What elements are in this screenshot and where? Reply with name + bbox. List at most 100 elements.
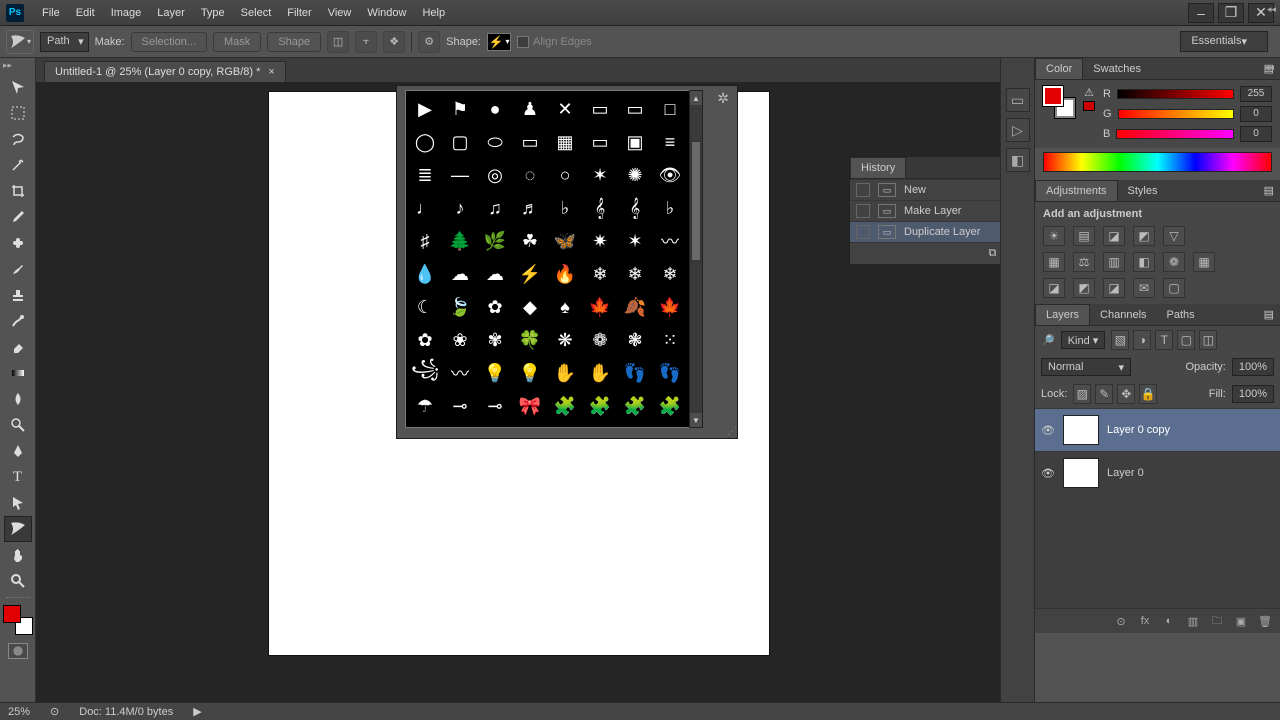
g-value[interactable]: 0 [1240,106,1272,122]
gear-icon[interactable]: ⚙ [418,31,440,53]
document-tab[interactable]: Untitled-1 @ 25% (Layer 0 copy, RGB/8) *… [44,61,286,82]
shape-cell[interactable]: ☁ [478,258,512,290]
color-tab[interactable]: Color [1035,58,1083,79]
strip-collapse-icon[interactable]: ◂◂ [1267,4,1276,15]
history-tab[interactable]: History [850,157,906,178]
filter-kind-icon[interactable]: 🔎 [1041,334,1055,347]
shape-cell[interactable]: ╲ [443,423,477,428]
layer-thumb[interactable] [1063,415,1099,445]
shape-cell[interactable]: ❃ [618,324,652,356]
shape-cell[interactable]: ❄ [583,258,617,290]
adjustment-icon[interactable]: ❁ [1163,252,1185,272]
shape-cell[interactable]: 🧩 [618,390,652,422]
dodge-tool[interactable] [4,412,32,438]
align-edges-checkbox[interactable]: Align Edges [517,36,592,48]
shape-cell[interactable]: ♬ [513,192,547,224]
layers-footer-icon[interactable]: ▣ [1232,613,1250,629]
shape-cell[interactable]: ⚑ [443,93,477,125]
blend-mode-select[interactable]: Normal ▾ [1041,358,1131,376]
menu-help[interactable]: Help [414,3,453,23]
menu-select[interactable]: Select [233,3,280,23]
workspace-switcher[interactable]: Essentials ▾ [1180,31,1268,52]
filter-kind-select[interactable]: Kind ▾ [1061,331,1106,349]
path-align-icon[interactable]: ⫟ [355,31,377,53]
shape-cell[interactable]: 🦋 [548,225,582,257]
shape-cell[interactable]: 🍁 [583,291,617,323]
current-shape-swatch[interactable]: ⚡▾ [487,33,511,51]
shape-cell[interactable]: — [443,159,477,191]
zoom-level[interactable]: 25% [8,706,30,718]
shape-cell[interactable]: ▭ [618,93,652,125]
shape-cell[interactable]: ⁙ [653,324,687,356]
shape-cell[interactable]: ◆ [513,291,547,323]
menu-file[interactable]: File [34,3,68,23]
scroll-thumb[interactable] [691,141,701,261]
closest-color-swatch[interactable] [1083,101,1095,111]
layers-footer-icon[interactable]: fx [1136,613,1154,629]
shape-cell[interactable]: ♠ [548,291,582,323]
layer-thumb[interactable] [1063,458,1099,488]
menu-edit[interactable]: Edit [68,3,103,23]
shape-cell[interactable]: ✋ [548,357,582,389]
make-mask-button[interactable]: Mask [213,32,261,52]
layer-item[interactable]: 👁 Layer 0 copy [1035,408,1280,451]
status-popup-icon[interactable]: ⊙ [50,705,59,718]
wand-tool[interactable] [4,152,32,178]
shape-cell[interactable]: ✿ [478,291,512,323]
opacity-input[interactable]: 100% [1232,358,1274,376]
layers-footer-icon[interactable]: ⊙ [1112,613,1130,629]
layer-filter-icon[interactable]: ◑ [1133,330,1151,350]
shape-cell[interactable]: ╲ [513,423,547,428]
shape-cell[interactable]: ❀ [443,324,477,356]
shape-cell[interactable]: ╲ [548,423,582,428]
make-selection-button[interactable]: Selection... [131,32,207,52]
picker-menu-icon[interactable]: ✲ [717,90,729,107]
layers-footer-icon[interactable]: ◐ [1160,613,1178,629]
menu-type[interactable]: Type [193,3,233,23]
layer-item[interactable]: 👁 Layer 0 [1035,451,1280,494]
window-maximize[interactable]: ❐ [1218,3,1244,23]
layers-footer-icon[interactable]: 🗑 [1256,613,1274,629]
scroll-up-icon[interactable]: ▲ [690,91,702,105]
visibility-icon[interactable]: 👁 [1041,467,1055,480]
shape-cell[interactable]: ♭ [653,192,687,224]
adjustment-icon[interactable]: ⚖ [1073,252,1095,272]
adjustment-icon[interactable]: ▽ [1163,226,1185,246]
shape-cell[interactable]: 💧 [408,258,442,290]
shape-cell[interactable]: ╲ [408,423,442,428]
history-item[interactable]: ▭Duplicate Layer [850,221,1000,242]
adjustment-icon[interactable]: ◩ [1073,278,1095,298]
lasso-tool[interactable] [4,126,32,152]
panels-collapse-icon[interactable]: ◂◂ [1265,62,1274,73]
path-op-new-icon[interactable]: ◫ [327,31,349,53]
lock-icon[interactable]: ✥ [1117,384,1135,404]
mini-actions-icon[interactable]: ▷ [1006,118,1030,142]
layer-name[interactable]: Layer 0 [1107,467,1144,479]
healing-tool[interactable] [4,230,32,256]
adjustment-icon[interactable]: ▦ [1193,252,1215,272]
shape-cell[interactable]: 🍂 [618,291,652,323]
swatches-tab[interactable]: Swatches [1083,59,1151,79]
shape-cell[interactable]: 𝄞 [618,192,652,224]
shape-cell[interactable]: ≡ [653,126,687,158]
shape-cell[interactable]: ⊸ [443,390,477,422]
shape-cell[interactable]: ⬭ [478,126,512,158]
shape-cell[interactable]: ☎ [583,423,617,428]
history-new-doc-icon[interactable]: ⧉ [988,247,996,260]
shape-cell[interactable]: ✷ [583,225,617,257]
shape-cell[interactable]: 👁 [653,159,687,191]
shape-cell[interactable]: ✺ [618,159,652,191]
shape-cell[interactable]: 𝄞 [583,192,617,224]
marquee-tool[interactable] [4,100,32,126]
quick-mask-toggle[interactable] [8,643,28,659]
shape-cell[interactable]: ☾ [408,291,442,323]
make-shape-button[interactable]: Shape [267,32,321,52]
history-item[interactable]: ▭New [850,179,1000,200]
blur-tool[interactable] [4,386,32,412]
shape-cell[interactable]: 🎀 [513,390,547,422]
adjustment-icon[interactable]: ◪ [1103,226,1125,246]
shape-cell[interactable]: ꧁ [408,357,442,389]
panel-menu-icon[interactable]: ▤ [1258,308,1280,321]
shape-cell[interactable]: ✶ [583,159,617,191]
adjustment-icon[interactable]: ◧ [1133,252,1155,272]
